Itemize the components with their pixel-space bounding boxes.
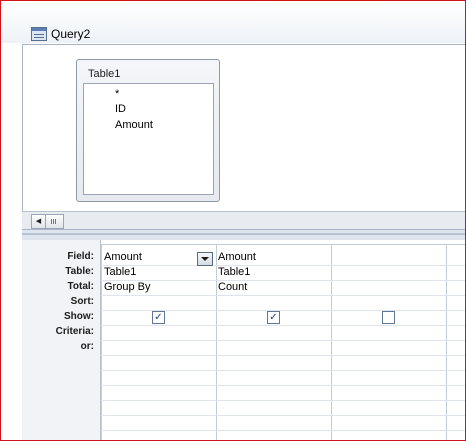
row-label-criteria: Criteria:	[55, 326, 94, 337]
grid-row-line	[101, 325, 465, 326]
table-name[interactable]: Table1	[88, 68, 120, 80]
table-field-list[interactable]: Table1 * ID Amount	[76, 59, 220, 202]
show-checkbox-col3[interactable]	[382, 311, 395, 324]
field-cell-col2[interactable]: Amount	[218, 251, 256, 263]
grid-row-line	[101, 370, 465, 371]
row-label-sort: Sort:	[70, 296, 94, 307]
grid-row-line	[101, 295, 465, 296]
grid-row-line	[101, 415, 465, 416]
show-checkbox-col1[interactable]: ✓	[152, 311, 165, 324]
row-label-or: or:	[80, 341, 94, 352]
window-title: Query2	[51, 27, 91, 41]
row-label-show: Show:	[64, 311, 94, 322]
field-cell-col1[interactable]: Amount	[104, 251, 142, 263]
title-bar: Query2	[1, 1, 465, 43]
horizontal-scrollbar[interactable]	[22, 211, 465, 229]
field-dropdown-chevron-down-icon[interactable]	[197, 252, 213, 266]
field-item-amount[interactable]: Amount	[115, 119, 153, 131]
grid-row-line	[101, 385, 465, 386]
scroll-thumb[interactable]	[45, 214, 64, 229]
scroll-left-arrow-icon[interactable]: ◀	[31, 214, 46, 229]
grid-row-line	[101, 265, 465, 266]
field-item-id[interactable]: ID	[115, 103, 126, 115]
query-icon	[31, 27, 47, 41]
grid-row-line	[101, 400, 465, 401]
grid-column-4[interactable]	[446, 244, 465, 440]
grid-row-line	[101, 340, 465, 341]
show-checkbox-col2[interactable]: ✓	[267, 311, 280, 324]
grid-column-3[interactable]	[331, 244, 446, 440]
query-window: Query2 Table1 * ID Amount ◀ Field: Table…	[0, 0, 466, 441]
row-label-total: Total:	[67, 281, 94, 292]
table-cell-col2[interactable]: Table1	[218, 266, 250, 278]
grid-row-line	[101, 280, 465, 281]
grid-row-line	[101, 430, 465, 431]
field-item-asterisk[interactable]: *	[115, 88, 119, 100]
grid-row-line	[101, 355, 465, 356]
row-label-field: Field:	[67, 251, 94, 262]
row-labels: Field: Table: Total: Sort: Show: Criteri…	[22, 240, 101, 440]
total-cell-col1[interactable]: Group By	[104, 281, 150, 293]
total-cell-col2[interactable]: Count	[218, 281, 247, 293]
row-label-table: Table:	[65, 266, 94, 277]
table-cell-col1[interactable]: Table1	[104, 266, 136, 278]
field-list[interactable]: * ID Amount	[83, 83, 214, 195]
